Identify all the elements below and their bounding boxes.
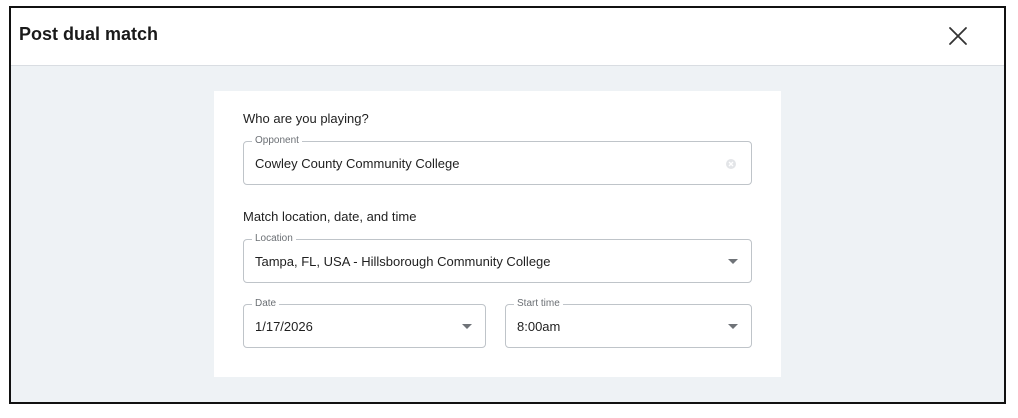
- close-button[interactable]: [945, 23, 971, 49]
- location-select[interactable]: Location Tampa, FL, USA - Hillsborough C…: [243, 233, 752, 283]
- clear-circle-icon[interactable]: [725, 158, 737, 170]
- location-field-label: Location: [252, 233, 296, 245]
- start-time-field-value: 8:00am: [517, 319, 561, 334]
- caret-down-icon: [462, 324, 472, 329]
- opponent-section-heading: Who are you playing?: [243, 111, 369, 126]
- close-icon: [949, 27, 967, 45]
- opponent-field-label: Opponent: [252, 135, 302, 147]
- location-field-value: Tampa, FL, USA - Hillsborough Community …: [255, 254, 551, 269]
- schedule-section-heading: Match location, date, and time: [243, 209, 417, 224]
- dialog-title: Post dual match: [19, 24, 159, 44]
- date-field-value: 1/17/2026: [255, 319, 313, 334]
- date-field-label: Date: [252, 298, 280, 310]
- start-time-select[interactable]: Start time 8:00am: [505, 298, 752, 348]
- caret-down-icon: [728, 324, 738, 329]
- dialog-header: Post dual match: [11, 8, 1004, 66]
- date-select[interactable]: Date 1/17/2026: [243, 298, 486, 348]
- opponent-field[interactable]: Opponent Cowley County Community College: [243, 135, 752, 185]
- match-form-card: Who are you playing? Opponent Cowley Cou…: [214, 91, 781, 377]
- opponent-field-value: Cowley County Community College: [255, 156, 460, 171]
- post-dual-match-dialog: Post dual match Who are you playing? Opp…: [9, 6, 1006, 404]
- caret-down-icon: [728, 259, 738, 264]
- start-time-field-label: Start time: [514, 298, 563, 310]
